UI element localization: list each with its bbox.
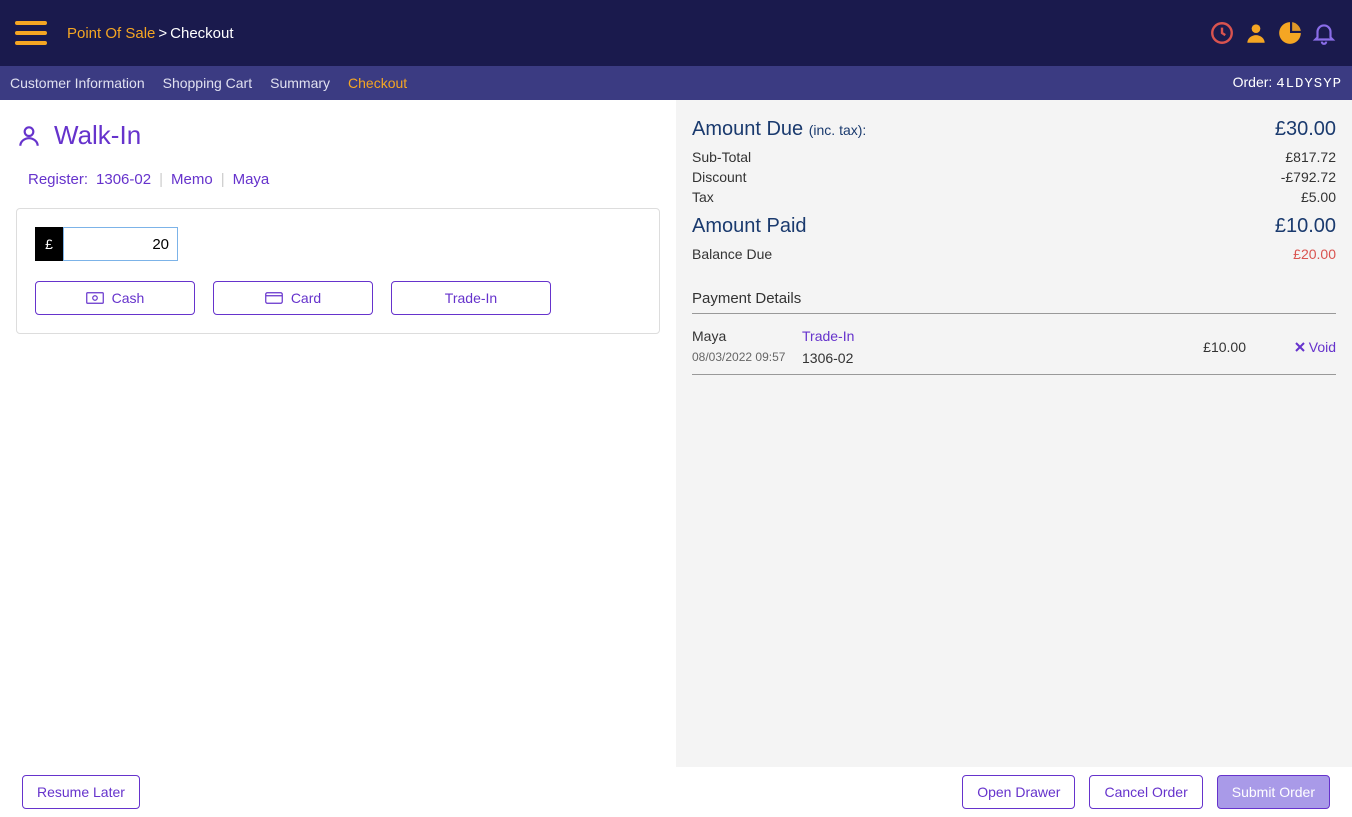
tax-row: Tax £5.00 — [692, 189, 1336, 205]
cash-label: Cash — [112, 290, 145, 306]
tradein-label: Trade-In — [445, 290, 497, 306]
void-label: Void — [1309, 339, 1336, 355]
order-info: Order: 4LDYSYP — [1233, 74, 1342, 92]
tab-customer-information[interactable]: Customer Information — [10, 75, 145, 91]
tax-value: £5.00 — [1301, 189, 1336, 205]
user-icon[interactable] — [1243, 20, 1269, 46]
cash-button[interactable]: Cash — [35, 281, 195, 315]
header-icons — [1209, 20, 1337, 46]
amount-paid-value: £10.00 — [1275, 215, 1336, 238]
meta-divider: | — [159, 171, 163, 188]
order-label: Order: — [1233, 74, 1273, 90]
payment-row: Maya 08/03/2022 09:57 Trade-In 1306-02 £… — [692, 322, 1336, 375]
balance-due-row: Balance Due £20.00 — [692, 246, 1336, 262]
meta-divider: | — [221, 171, 225, 188]
subtotal-value: £817.72 — [1285, 149, 1336, 165]
user-name: Maya — [233, 171, 270, 188]
payment-register: 1306-02 — [802, 350, 932, 366]
payment-void-col: Void — [1246, 328, 1336, 366]
x-icon — [1295, 342, 1305, 352]
discount-label: Discount — [692, 169, 746, 185]
clock-icon[interactable] — [1209, 20, 1235, 46]
payment-amount: £10.00 — [932, 328, 1246, 366]
discount-row: Discount -£792.72 — [692, 169, 1336, 185]
tab-checkout[interactable]: Checkout — [348, 75, 407, 91]
register-value: 1306-02 — [96, 171, 151, 188]
breadcrumb-root[interactable]: Point Of Sale — [67, 25, 155, 42]
memo-link[interactable]: Memo — [171, 171, 213, 188]
payment-col-user: Maya 08/03/2022 09:57 — [692, 328, 802, 366]
customer-name: Walk-In — [54, 120, 141, 151]
main: Walk-In Register: 1306-02 | Memo | Maya … — [0, 100, 1352, 767]
card-icon — [265, 291, 283, 305]
tab-summary[interactable]: Summary — [270, 75, 330, 91]
payment-user: Maya — [692, 328, 802, 344]
amount-paid-row: Amount Paid £10.00 — [692, 215, 1336, 238]
resume-later-button[interactable]: Resume Later — [22, 775, 140, 809]
breadcrumb-page: Checkout — [170, 25, 233, 42]
amount-input[interactable] — [63, 227, 178, 261]
open-drawer-button[interactable]: Open Drawer — [962, 775, 1075, 809]
subtotal-row: Sub-Total £817.72 — [692, 149, 1336, 165]
cash-icon — [86, 291, 104, 305]
breadcrumb: Point Of Sale > Checkout — [67, 25, 234, 42]
card-button[interactable]: Card — [213, 281, 373, 315]
payment-details-title: Payment Details — [692, 290, 1336, 314]
amount-due-label: Amount Due (inc. tax): — [692, 118, 866, 141]
top-header: Point Of Sale > Checkout — [0, 0, 1352, 66]
tradein-button[interactable]: Trade-In — [391, 281, 551, 315]
payment-box: £ Cash Card Trade-In — [16, 208, 660, 334]
card-label: Card — [291, 290, 321, 306]
sub-header: Customer Information Shopping Cart Summa… — [0, 66, 1352, 100]
order-id: 4LDYSYP — [1276, 76, 1342, 92]
tabs: Customer Information Shopping Cart Summa… — [10, 75, 407, 91]
currency-symbol: £ — [35, 227, 63, 261]
amount-due-row: Amount Due (inc. tax): £30.00 — [692, 118, 1336, 141]
footer: Resume Later Open Drawer Cancel Order Su… — [0, 767, 1352, 817]
subtotal-label: Sub-Total — [692, 149, 751, 165]
breadcrumb-sep: > — [158, 25, 167, 42]
hamburger-menu-icon[interactable] — [15, 21, 47, 45]
discount-value: -£792.72 — [1281, 169, 1336, 185]
person-icon — [16, 123, 42, 149]
cancel-order-button[interactable]: Cancel Order — [1089, 775, 1202, 809]
payment-buttons: Cash Card Trade-In — [35, 281, 641, 315]
right-pane: Amount Due (inc. tax): £30.00 Sub-Total … — [676, 100, 1352, 767]
pie-chart-icon[interactable] — [1277, 20, 1303, 46]
tab-shopping-cart[interactable]: Shopping Cart — [163, 75, 253, 91]
meta-row: Register: 1306-02 | Memo | Maya — [28, 171, 660, 188]
payment-datetime: 08/03/2022 09:57 — [692, 350, 802, 364]
balance-due-label: Balance Due — [692, 246, 772, 262]
register-label: Register: — [28, 171, 88, 188]
void-button[interactable]: Void — [1295, 339, 1336, 355]
amount-input-row: £ — [35, 227, 641, 261]
amount-paid-label: Amount Paid — [692, 215, 807, 238]
bell-icon[interactable] — [1311, 20, 1337, 46]
balance-due-value: £20.00 — [1293, 246, 1336, 262]
tax-label: Tax — [692, 189, 714, 205]
payment-type: Trade-In — [802, 328, 932, 344]
left-pane: Walk-In Register: 1306-02 | Memo | Maya … — [0, 100, 676, 767]
submit-order-button[interactable]: Submit Order — [1217, 775, 1330, 809]
payment-col-type: Trade-In 1306-02 — [802, 328, 932, 366]
amount-due-value: £30.00 — [1275, 118, 1336, 141]
customer-row: Walk-In — [16, 120, 660, 151]
